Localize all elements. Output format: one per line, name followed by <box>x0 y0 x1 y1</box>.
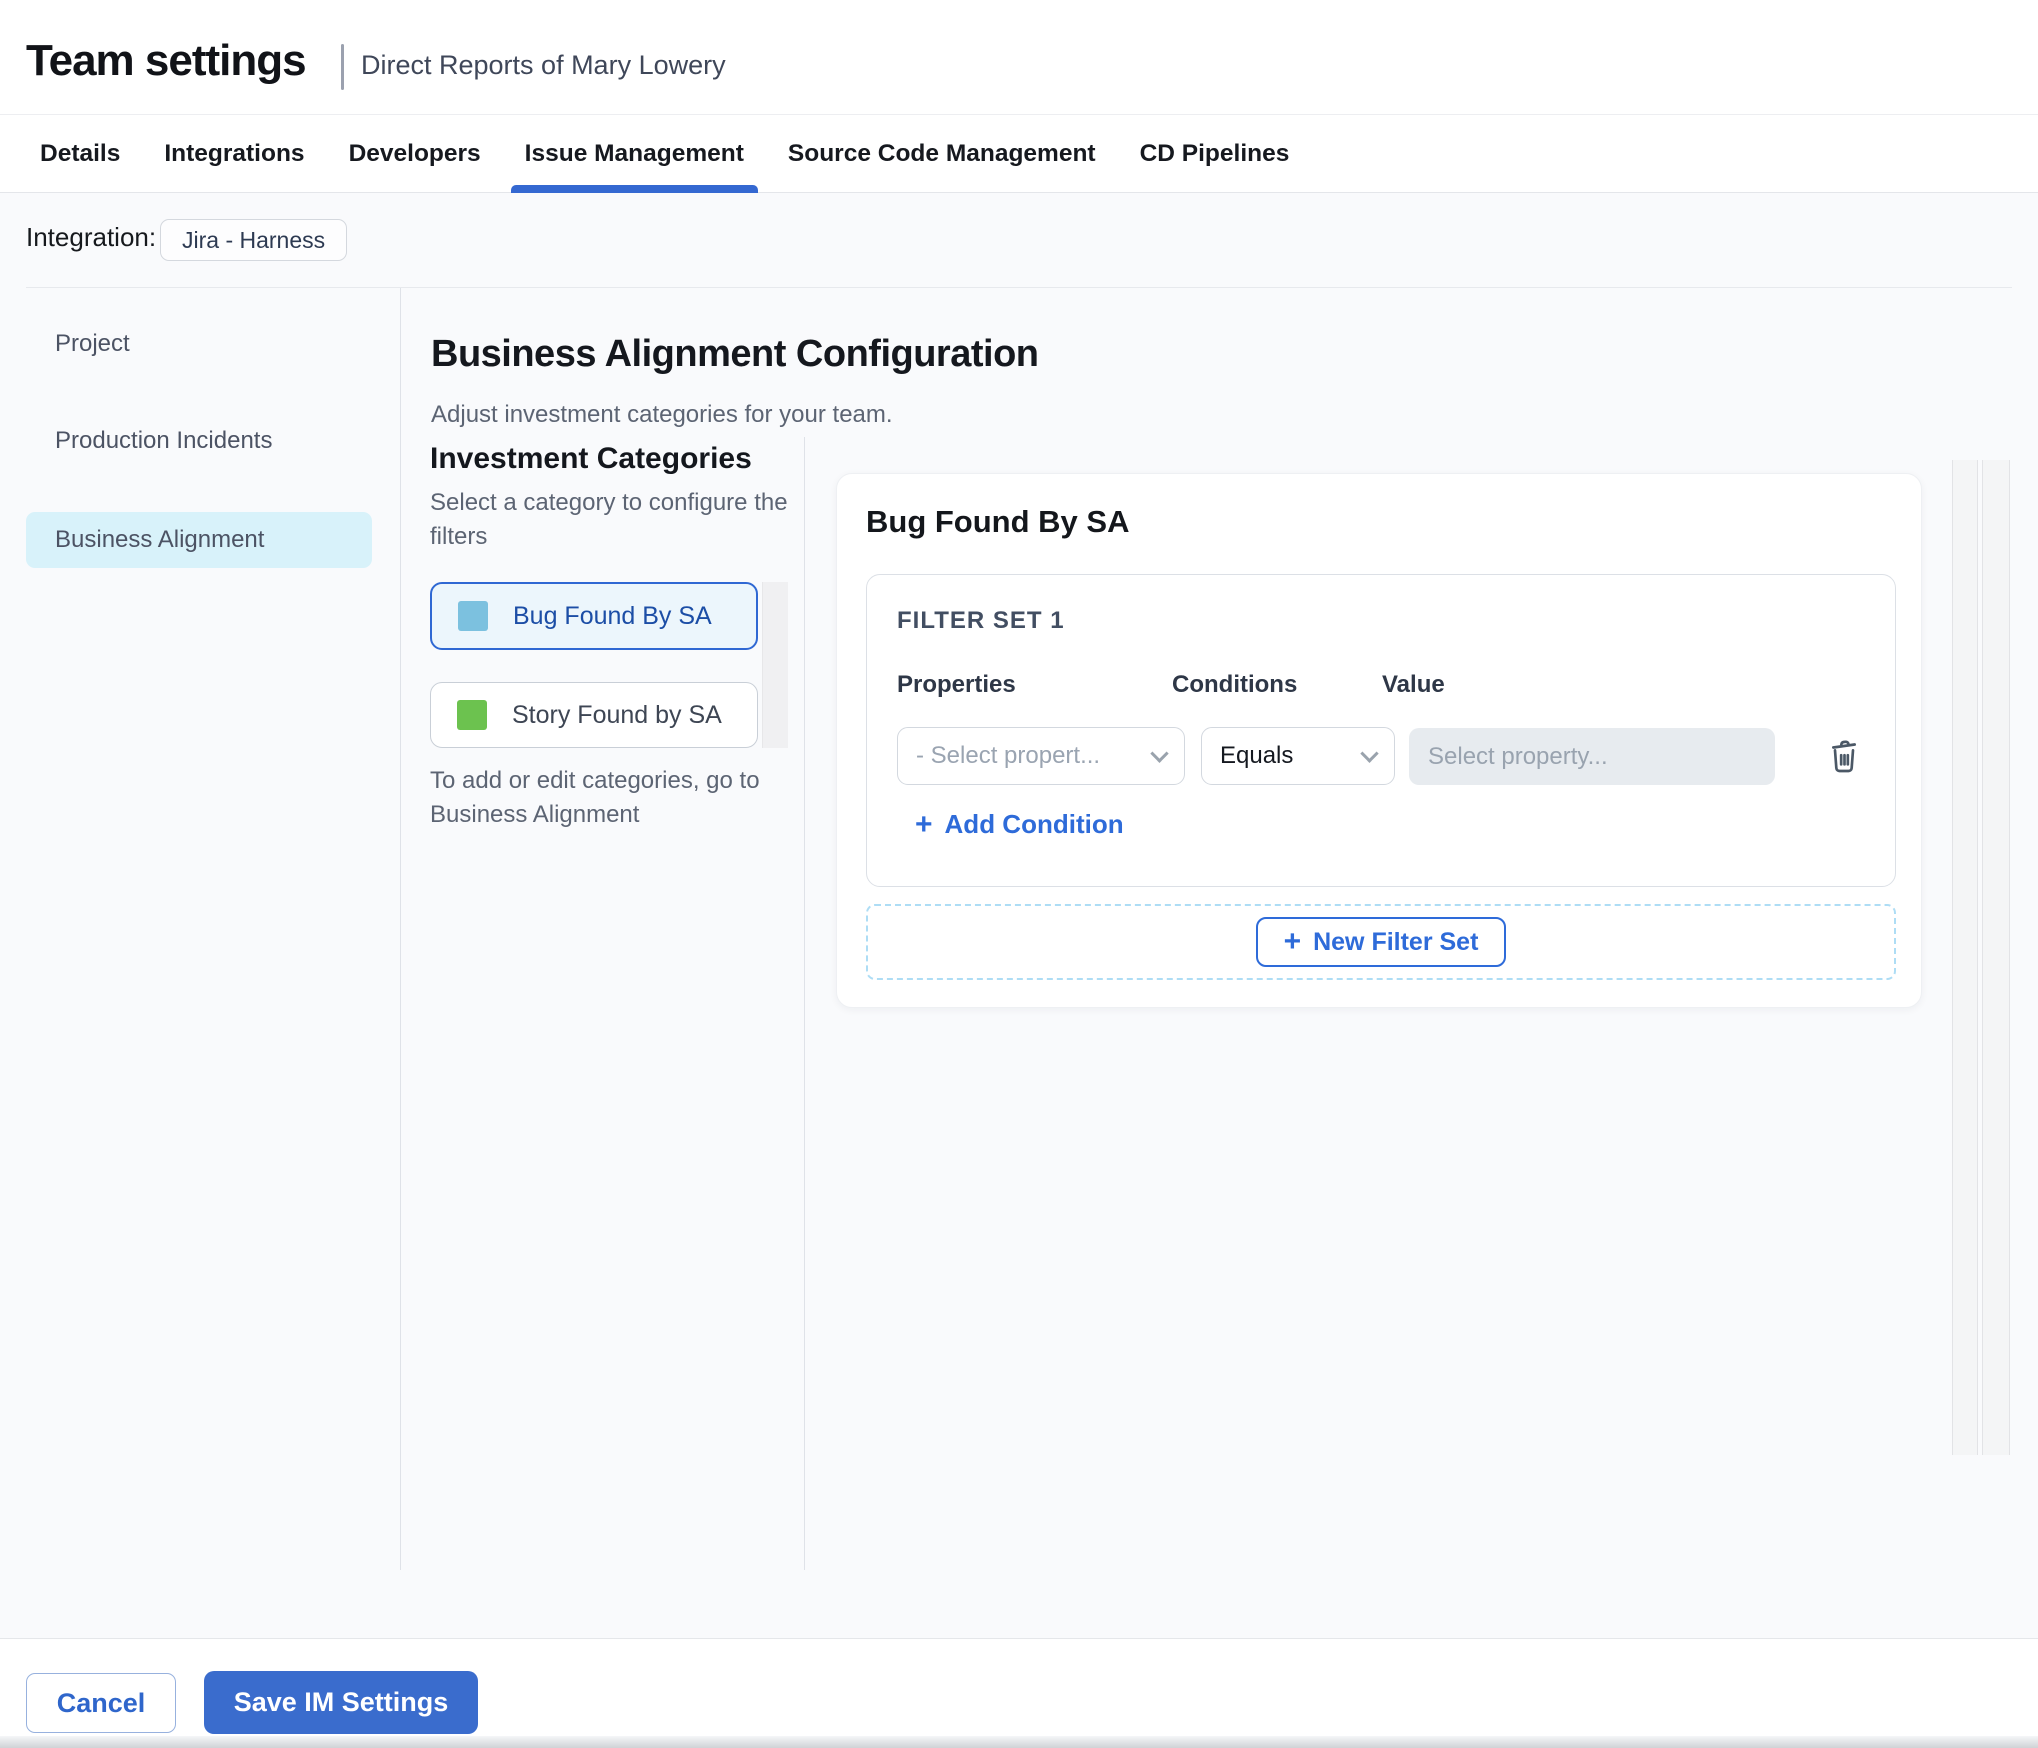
integration-chip[interactable]: Jira - Harness <box>160 219 348 261</box>
filter-set-label: FILTER SET 1 <box>897 607 1065 634</box>
chevron-down-icon <box>1150 743 1169 763</box>
plus-icon: + <box>1283 925 1302 958</box>
add-condition-label: Add Condition <box>944 809 1124 839</box>
value-column-label: Value <box>1382 671 1445 698</box>
sidebar-divider <box>400 288 401 1570</box>
sidebar-item-label: Business Alignment <box>55 526 265 553</box>
new-filter-set-dropzone: + New Filter Set <box>866 904 1896 980</box>
properties-column-label: Properties <box>897 671 1016 698</box>
sidebar-item-production-incidents[interactable]: Production Incidents <box>55 427 272 455</box>
new-filter-set-button[interactable]: + New Filter Set <box>1255 917 1507 967</box>
title-divider <box>341 44 344 90</box>
chevron-down-icon <box>1360 743 1379 763</box>
page-subtitle: Direct Reports of Mary Lowery <box>361 50 726 80</box>
category-bug-found-by-sa[interactable]: Bug Found By SA <box>430 582 758 650</box>
categories-divider <box>804 437 805 1570</box>
integration-label: Integration: <box>26 222 157 252</box>
condition-select-value: Equals <box>1220 742 1294 769</box>
tab-issue-management[interactable]: Issue Management <box>510 115 759 193</box>
save-im-settings-button[interactable]: Save IM Settings <box>204 1671 478 1734</box>
config-card-title: Bug Found By SA <box>866 504 1130 539</box>
category-story-found-by-sa[interactable]: Story Found by SA <box>430 682 758 748</box>
tab-developers[interactable]: Developers <box>349 115 481 192</box>
value-input[interactable] <box>1409 728 1775 785</box>
category-list-scrollbar[interactable] <box>762 582 788 748</box>
horizontal-divider <box>26 287 2012 288</box>
bottom-edge-shadow <box>0 1736 2038 1748</box>
story-category-swatch <box>457 700 487 730</box>
category-config-card: Bug Found By SA FILTER SET 1 Properties … <box>836 473 1922 1008</box>
tab-details[interactable]: Details <box>40 115 120 192</box>
property-select-placeholder: - Select propert... <box>916 742 1101 769</box>
page-title: Team settings <box>26 36 307 85</box>
tab-integrations[interactable]: Integrations <box>164 115 304 192</box>
filter-set-card: FILTER SET 1 Properties Conditions Value… <box>866 574 1896 887</box>
footer-bar: Cancel Save IM Settings <box>0 1638 2038 1748</box>
investment-categories-hint: Select a category to configure the filte… <box>430 489 788 550</box>
property-select[interactable]: - Select propert... <box>897 727 1185 785</box>
delete-condition-button[interactable] <box>1822 735 1866 779</box>
new-filter-set-label: New Filter Set <box>1313 927 1479 956</box>
section-title: Business Alignment Configuration <box>431 333 1039 375</box>
section-subtitle: Adjust investment categories for your te… <box>431 401 893 428</box>
tab-bar: Details Integrations Developers Issue Ma… <box>0 114 2038 193</box>
bug-category-swatch <box>458 601 488 631</box>
page-header: Team settings Direct Reports of Mary Low… <box>0 0 2038 114</box>
cancel-button[interactable]: Cancel <box>26 1673 176 1733</box>
category-label: Story Found by SA <box>512 700 722 729</box>
category-label: Bug Found By SA <box>513 601 712 630</box>
conditions-column-label: Conditions <box>1172 671 1298 698</box>
page-scrollbar[interactable] <box>1982 460 2010 1455</box>
team-settings-page: Team settings Direct Reports of Mary Low… <box>0 0 2038 1748</box>
add-condition-button[interactable]: + Add Condition <box>915 809 1124 840</box>
panel-scrollbar[interactable] <box>1952 460 1978 1455</box>
trash-icon <box>1824 739 1864 779</box>
tab-source-code-management[interactable]: Source Code Management <box>788 115 1096 192</box>
plus-icon: + <box>915 807 933 841</box>
categories-note: To add or edit categories, go to Busines… <box>430 767 760 828</box>
investment-categories-title: Investment Categories <box>430 442 752 475</box>
tab-cd-pipelines[interactable]: CD Pipelines <box>1140 115 1290 192</box>
sidebar-item-business-alignment[interactable]: Business Alignment <box>26 512 372 568</box>
sidebar-item-project[interactable]: Project <box>55 330 130 358</box>
condition-select[interactable]: Equals <box>1201 727 1395 785</box>
